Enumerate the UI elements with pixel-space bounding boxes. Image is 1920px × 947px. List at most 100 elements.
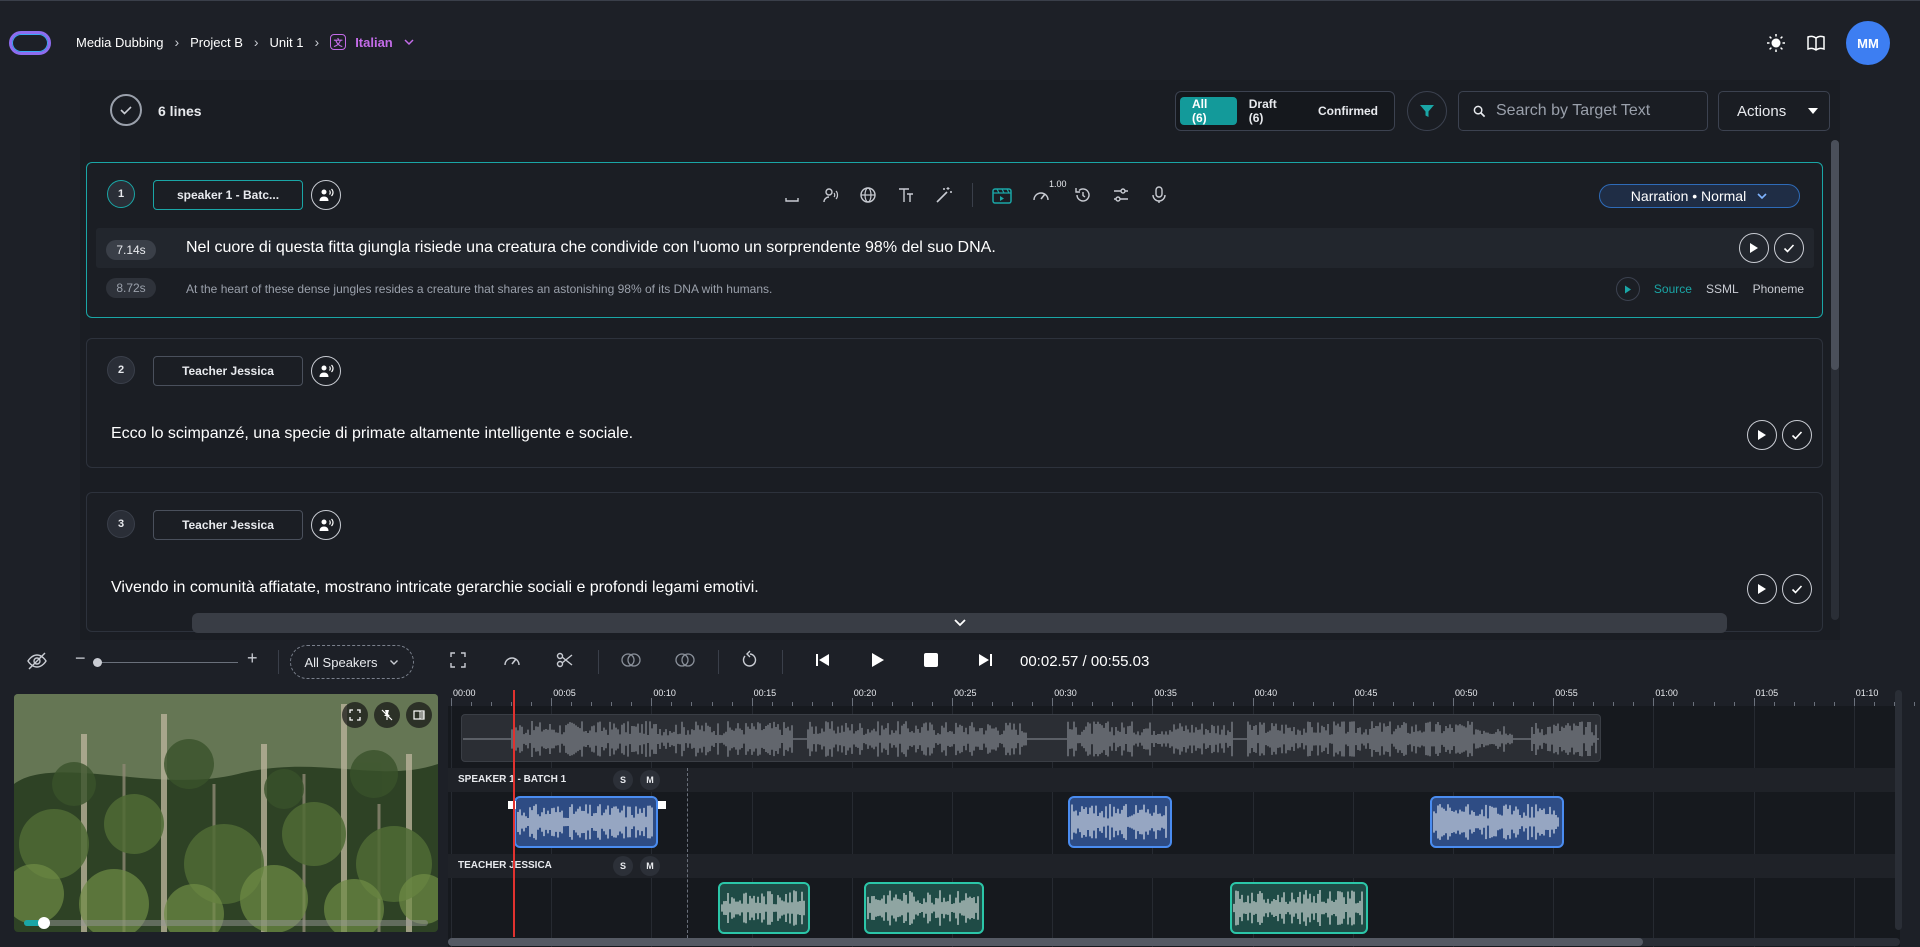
timeline-horizontal-scrollbar[interactable] bbox=[448, 938, 1900, 946]
ruler-tick-mark bbox=[1072, 702, 1074, 706]
tab-all[interactable]: All (6) bbox=[1180, 97, 1237, 125]
skip-forward-icon[interactable] bbox=[976, 650, 994, 670]
target-text-row[interactable]: 7.14s Nel cuore di questa fitta giungla … bbox=[96, 228, 1814, 268]
fit-to-screen-icon[interactable] bbox=[448, 650, 468, 670]
solo-button[interactable]: S bbox=[613, 770, 633, 790]
line-card-2[interactable]: 2 Teacher Jessica Ecco lo scimpanzé, una… bbox=[86, 338, 1823, 468]
breadcrumb-media-dubbing[interactable]: Media Dubbing bbox=[76, 35, 163, 50]
tab-ssml[interactable]: SSML bbox=[1706, 282, 1739, 296]
merge-clips-icon[interactable] bbox=[620, 650, 642, 670]
video-sync-icon[interactable] bbox=[991, 184, 1013, 206]
zoom-slider-knob[interactable] bbox=[93, 658, 102, 667]
target-text[interactable]: Vivendo in comunità affiatate, mostrano … bbox=[111, 579, 759, 597]
tab-source[interactable]: Source bbox=[1654, 282, 1692, 296]
audio-clip[interactable] bbox=[864, 882, 984, 934]
breadcrumb-project[interactable]: Project B bbox=[190, 35, 243, 50]
audio-clip[interactable] bbox=[1430, 796, 1564, 848]
video-preview[interactable] bbox=[14, 694, 438, 932]
stop-icon[interactable] bbox=[922, 650, 940, 670]
speed-control[interactable]: 1.00 bbox=[1031, 179, 1067, 205]
tab-draft[interactable]: Draft (6) bbox=[1237, 97, 1306, 125]
ruler-tick-mark bbox=[1493, 702, 1495, 706]
line-card-3[interactable]: 3 Teacher Jessica Vivendo in comunità af… bbox=[86, 492, 1823, 632]
book-icon[interactable] bbox=[1806, 33, 1826, 53]
video-progress-bar[interactable] bbox=[24, 920, 428, 926]
tab-confirmed[interactable]: Confirmed bbox=[1306, 97, 1390, 125]
app-logo[interactable] bbox=[9, 31, 51, 55]
split-clips-icon[interactable] bbox=[674, 650, 696, 670]
voice-clone-icon[interactable] bbox=[820, 185, 840, 205]
avatar[interactable]: MM bbox=[1846, 21, 1890, 65]
ruler-tick-mark bbox=[1032, 702, 1034, 706]
sliders-icon[interactable] bbox=[1111, 185, 1131, 205]
voice-settings-button[interactable] bbox=[311, 180, 341, 210]
timeline-scrollbar-thumb[interactable] bbox=[448, 938, 1643, 946]
text-format-icon[interactable] bbox=[896, 185, 916, 205]
eye-off-icon[interactable] bbox=[26, 650, 48, 672]
magic-wand-icon[interactable] bbox=[934, 185, 954, 205]
timeline[interactable]: 00:00 00:05 00:10 00:15 00:20 00:25 00:30 00:35… bbox=[448, 684, 1915, 947]
zoom-in-button[interactable]: + bbox=[247, 648, 258, 669]
speaker-selector[interactable]: speaker 1 - Batc... bbox=[153, 180, 303, 210]
fullscreen-button[interactable] bbox=[342, 702, 368, 728]
audio-clip[interactable] bbox=[1230, 882, 1368, 934]
zoom-slider[interactable] bbox=[94, 662, 238, 663]
tab-phoneme[interactable]: Phoneme bbox=[1753, 282, 1804, 296]
speaker-selector[interactable]: Teacher Jessica bbox=[153, 510, 303, 540]
timeline-vertical-scrollbar[interactable] bbox=[1895, 690, 1902, 930]
lines-scrollbar[interactable] bbox=[1831, 140, 1839, 620]
speed-badge: 1.00 bbox=[1049, 179, 1067, 189]
timeline-ruler[interactable]: 00:00 00:05 00:10 00:15 00:20 00:25 00:30 00:35… bbox=[448, 684, 1915, 706]
filter-button[interactable] bbox=[1407, 91, 1447, 131]
speaker-filter-dropdown[interactable]: All Speakers bbox=[290, 645, 414, 679]
layout-toggle-button[interactable] bbox=[406, 702, 432, 728]
play-icon[interactable] bbox=[868, 650, 886, 670]
select-all-checkbox[interactable] bbox=[110, 94, 142, 126]
history-icon[interactable] bbox=[1073, 185, 1093, 205]
voice-settings-button[interactable] bbox=[311, 510, 341, 540]
mute-button[interactable]: M bbox=[640, 770, 660, 790]
pin-video-button[interactable] bbox=[374, 702, 400, 728]
ruler-tick-label: 01:10 bbox=[1855, 688, 1879, 698]
lines-scrollbar-thumb[interactable] bbox=[1831, 140, 1839, 370]
globe-icon[interactable] bbox=[858, 185, 878, 205]
pause-insert-icon[interactable] bbox=[782, 185, 802, 205]
voice-settings-button[interactable] bbox=[311, 356, 341, 386]
breadcrumb-unit[interactable]: Unit 1 bbox=[270, 35, 304, 50]
search-input[interactable]: Search by Target Text bbox=[1458, 91, 1708, 131]
confirm-line-button[interactable] bbox=[1782, 420, 1812, 450]
confirm-line-button[interactable] bbox=[1782, 574, 1812, 604]
play-line-button[interactable] bbox=[1739, 233, 1769, 263]
clip-resize-handle[interactable] bbox=[658, 801, 666, 809]
audio-clip[interactable] bbox=[718, 882, 810, 934]
play-source-button[interactable] bbox=[1615, 277, 1640, 301]
play-line-button[interactable] bbox=[1747, 574, 1777, 604]
mode-selector[interactable]: Narration • Normal bbox=[1599, 184, 1800, 208]
reset-icon[interactable] bbox=[740, 650, 760, 670]
microphone-icon[interactable] bbox=[1149, 185, 1169, 205]
play-icon bbox=[1758, 430, 1766, 440]
play-line-button[interactable] bbox=[1747, 420, 1777, 450]
collapse-panel-handle[interactable] bbox=[192, 613, 1727, 633]
zoom-out-button[interactable]: − bbox=[75, 648, 86, 669]
speaker-selector[interactable]: Teacher Jessica bbox=[153, 356, 303, 386]
speedometer-icon[interactable] bbox=[502, 650, 522, 670]
master-waveform[interactable] bbox=[461, 714, 1601, 762]
skip-back-icon[interactable] bbox=[814, 650, 832, 670]
language-selector[interactable]: 文 Italian bbox=[330, 34, 415, 50]
speedometer-icon bbox=[1033, 192, 1049, 201]
theme-toggle-icon[interactable] bbox=[1766, 33, 1786, 53]
playhead[interactable] bbox=[513, 690, 515, 937]
ruler-tick-mark bbox=[1513, 702, 1515, 706]
solo-button[interactable]: S bbox=[613, 856, 633, 876]
confirm-line-button[interactable] bbox=[1774, 233, 1804, 263]
audio-clip-selected[interactable] bbox=[514, 796, 658, 848]
target-text[interactable]: Ecco lo scimpanzé, una specie di primate… bbox=[111, 425, 633, 443]
actions-button[interactable]: Actions bbox=[1718, 91, 1830, 131]
ruler-tick-mark bbox=[952, 698, 953, 706]
mute-button[interactable]: M bbox=[640, 856, 660, 876]
target-text[interactable]: Nel cuore di questa fitta giungla risied… bbox=[186, 239, 996, 257]
line-card-1[interactable]: 1 speaker 1 - Batc... 1.00 Narration • N… bbox=[86, 162, 1823, 318]
scissors-icon[interactable] bbox=[555, 650, 575, 670]
audio-clip[interactable] bbox=[1068, 796, 1172, 848]
